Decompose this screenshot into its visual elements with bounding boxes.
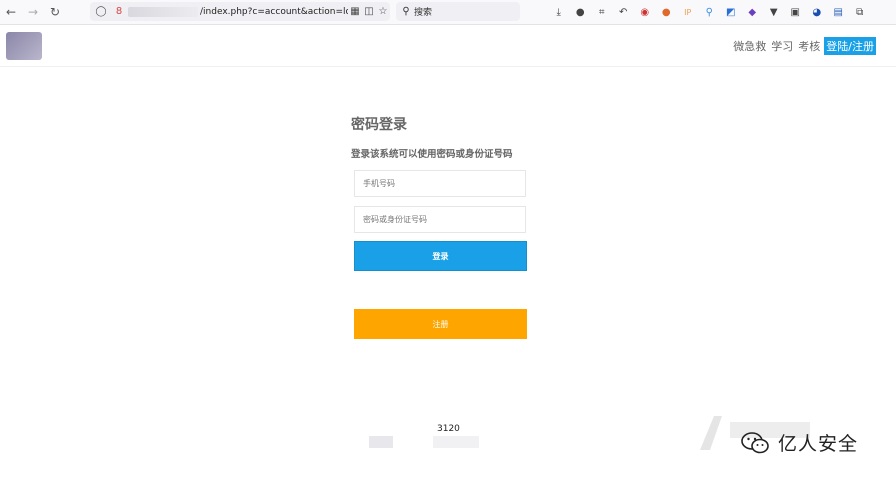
save-icon[interactable]: ▤ bbox=[828, 7, 850, 18]
download-icon[interactable]: ⤓ bbox=[548, 7, 570, 18]
nav-item-exam[interactable]: 考核 bbox=[798, 38, 820, 54]
redacted-footer-text bbox=[433, 436, 479, 448]
forward-icon[interactable]: → bbox=[22, 1, 44, 23]
ip-icon[interactable]: IP bbox=[677, 8, 699, 17]
extensions-menu-icon[interactable]: ⧉ bbox=[849, 7, 871, 18]
wechat-icon bbox=[741, 431, 769, 453]
login-button[interactable]: 登录 bbox=[354, 241, 527, 271]
main-nav: 微急救 学习 考核 登陆/注册 bbox=[728, 37, 876, 55]
reload-icon[interactable]: ↻ bbox=[44, 1, 66, 23]
login-hint: 登录该系统可以使用密码或身份证号码 bbox=[351, 149, 513, 160]
location-pin-icon[interactable]: ⚲ bbox=[699, 7, 721, 18]
nav-item-learn[interactable]: 学习 bbox=[771, 38, 793, 54]
footer-text: 3120 bbox=[437, 424, 460, 434]
profile-icon[interactable]: ◕ bbox=[806, 7, 828, 18]
translate-icon[interactable]: ◩ bbox=[720, 7, 742, 18]
lock-icon[interactable]: 8 bbox=[112, 6, 126, 17]
extension-icon[interactable]: ◆ bbox=[742, 7, 764, 18]
address-bar[interactable]: ◯ 8 /index.php?c=account&action=log ▦ ◫ … bbox=[90, 2, 390, 21]
redacted-domain bbox=[128, 6, 198, 17]
nav-item-first-aid[interactable]: 微急救 bbox=[733, 38, 766, 54]
notification-icon[interactable]: ◉ bbox=[634, 7, 656, 18]
search-box[interactable]: ⚲ 搜索 bbox=[396, 2, 520, 21]
extension-toolbar: ⤓ ● ⌗ ↶ ◉ ● IP ⚲ ◩ ◆ ▼ ▣ ◕ ▤ ⧉ bbox=[548, 3, 871, 21]
login-register-link[interactable]: 登陆/注册 bbox=[824, 37, 876, 55]
register-button[interactable]: 注册 bbox=[354, 309, 527, 339]
translate-icon[interactable]: ◫ bbox=[362, 6, 376, 17]
extension-icon[interactable]: ● bbox=[570, 7, 592, 18]
crop-icon[interactable]: ⌗ bbox=[591, 7, 613, 18]
back-icon[interactable]: ← bbox=[0, 1, 22, 23]
site-logo[interactable] bbox=[6, 32, 42, 60]
password-input[interactable] bbox=[354, 206, 526, 233]
redacted-footer-text bbox=[369, 436, 393, 448]
watermark-brand: 亿人安全 bbox=[740, 429, 858, 456]
brand-name: 亿人安全 bbox=[778, 433, 859, 455]
search-placeholder: 搜索 bbox=[414, 8, 433, 18]
phone-input[interactable] bbox=[354, 170, 526, 197]
undo-icon[interactable]: ↶ bbox=[613, 7, 635, 18]
page-title: 密码登录 bbox=[351, 117, 407, 133]
qr-code-icon[interactable]: ▦ bbox=[348, 6, 362, 17]
extension-icon[interactable]: ● bbox=[656, 7, 678, 18]
shield-icon[interactable]: ◯ bbox=[94, 6, 108, 17]
site-header: 微急救 学习 考核 登陆/注册 bbox=[0, 24, 896, 67]
search-icon: ⚲ bbox=[402, 6, 410, 17]
url-text[interactable]: /index.php?c=account&action=log bbox=[200, 7, 348, 17]
bookmark-star-icon[interactable]: ☆ bbox=[376, 6, 390, 17]
filter-icon[interactable]: ▼ bbox=[763, 7, 785, 18]
sidebar-icon[interactable]: ▣ bbox=[785, 7, 807, 18]
